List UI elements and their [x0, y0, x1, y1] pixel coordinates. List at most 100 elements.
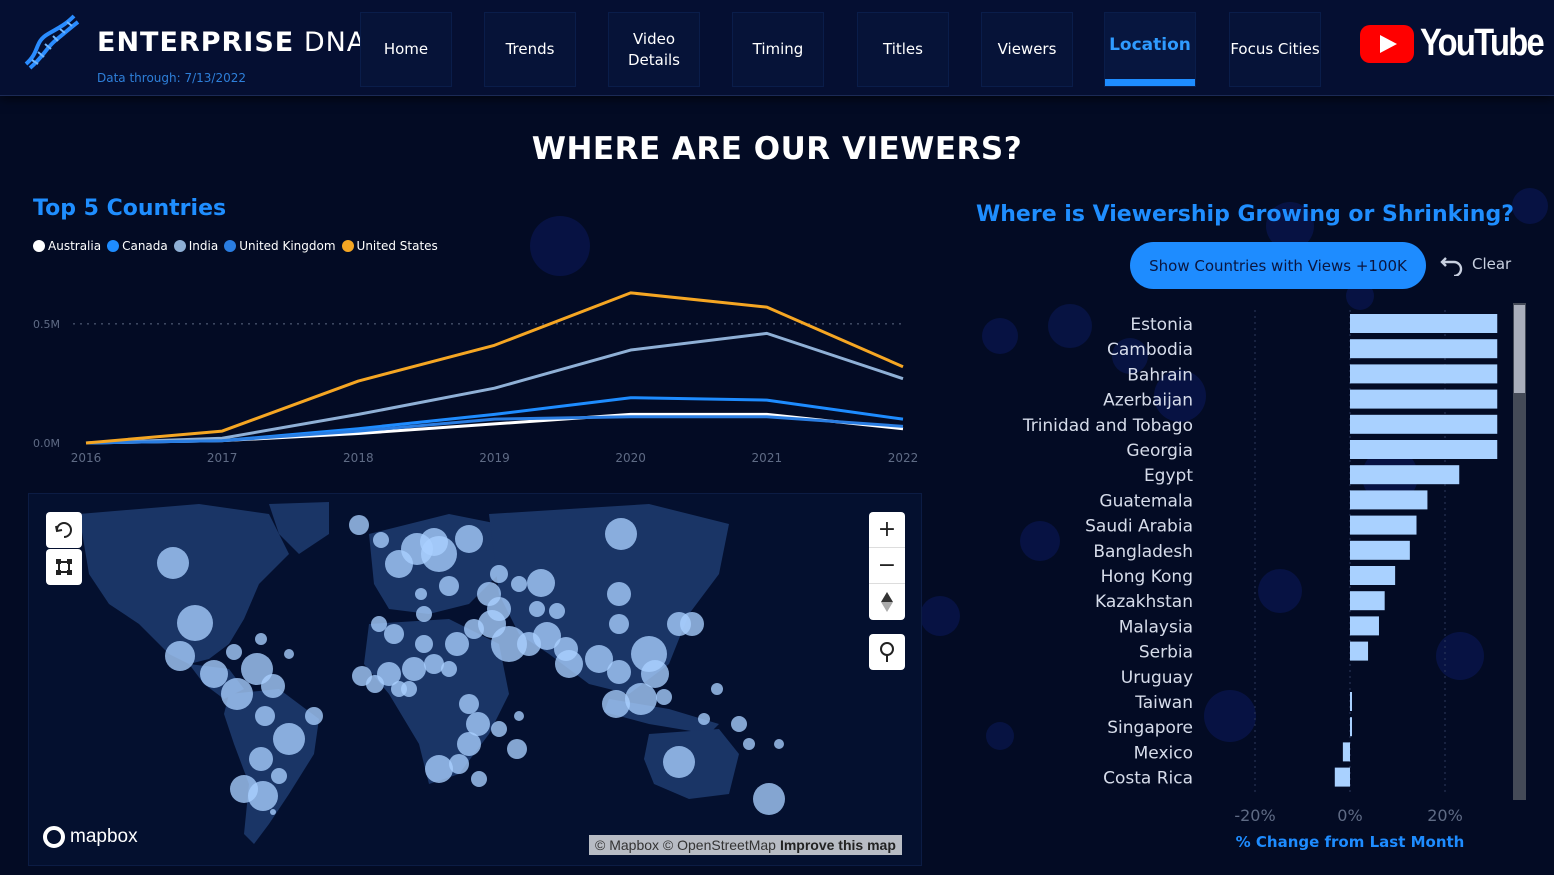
legend-item[interactable]: Australia: [33, 239, 101, 253]
nav-titles-button[interactable]: Titles: [857, 12, 949, 87]
world-map[interactable]: + − mapbox © Mapbox © OpenStreetMap Impro…: [28, 493, 922, 866]
location-bubble[interactable]: [415, 588, 427, 600]
location-bubble[interactable]: [529, 601, 545, 617]
nav-timing-button[interactable]: Timing: [732, 12, 824, 87]
location-bubble[interactable]: [261, 674, 285, 698]
location-bubble[interactable]: [221, 678, 253, 710]
nav-trends-button[interactable]: Trends: [484, 12, 576, 87]
legend-item[interactable]: United Kingdom: [224, 239, 336, 253]
legend-item[interactable]: Canada: [107, 239, 168, 253]
location-bubble[interactable]: [200, 660, 228, 688]
location-bubble[interactable]: [459, 694, 479, 714]
map-select-region-icon[interactable]: [46, 549, 82, 585]
nav-location-button[interactable]: Location: [1104, 12, 1196, 87]
location-bubble[interactable]: [384, 624, 404, 644]
location-bubble[interactable]: [177, 605, 213, 641]
location-bubble[interactable]: [416, 606, 432, 622]
location-bubble[interactable]: [464, 619, 484, 639]
location-bubble[interactable]: [255, 706, 275, 726]
location-bubble[interactable]: [449, 754, 469, 774]
bar[interactable]: [1342, 742, 1350, 762]
location-bubble[interactable]: [415, 635, 433, 653]
location-bubble[interactable]: [424, 654, 444, 674]
legend-item[interactable]: India: [173, 239, 218, 253]
location-bubble[interactable]: [270, 809, 276, 815]
location-bubble[interactable]: [305, 707, 323, 725]
location-bubble[interactable]: [366, 675, 384, 693]
location-bubble[interactable]: [609, 614, 629, 634]
location-bubble[interactable]: [284, 649, 294, 659]
zoom-in-button[interactable]: +: [869, 512, 905, 548]
location-bubble[interactable]: [711, 683, 723, 695]
location-bubble[interactable]: [774, 739, 784, 749]
bar[interactable]: [1350, 641, 1369, 661]
growth-bar-chart[interactable]: -20% 0% 20% Estonia Cambodia Bahrain Azerbaija…: [960, 300, 1520, 860]
location-bubble[interactable]: [226, 644, 242, 660]
location-bubble[interactable]: [517, 632, 541, 656]
location-bubble[interactable]: [273, 723, 305, 755]
location-bubble[interactable]: [607, 660, 631, 684]
location-bubble[interactable]: [157, 547, 189, 579]
improve-map-link[interactable]: Improve this map: [780, 837, 896, 853]
location-bubble[interactable]: [471, 771, 487, 787]
top-countries-line-chart[interactable]: 0.0M 0.5M 2016 2017 2018 2019 2020 2021 2022: [28, 290, 928, 470]
map-canvas[interactable]: [29, 494, 922, 866]
location-bubble[interactable]: [165, 641, 195, 671]
location-bubble[interactable]: [457, 732, 481, 756]
compass-icon[interactable]: [869, 584, 905, 620]
location-bubble[interactable]: [663, 746, 695, 778]
location-bubble[interactable]: [371, 616, 387, 632]
location-bubble[interactable]: [656, 689, 672, 705]
location-bubble[interactable]: [420, 528, 448, 556]
location-bubble[interactable]: [605, 518, 637, 550]
location-bubble[interactable]: [402, 657, 426, 681]
bar[interactable]: [1350, 440, 1498, 459]
nav-viewers-button[interactable]: Viewers: [981, 12, 1073, 87]
nav-focus-cities-button[interactable]: Focus Cities: [1229, 12, 1321, 87]
location-bubble[interactable]: [490, 565, 508, 583]
location-bubble[interactable]: [602, 690, 630, 718]
location-bubble[interactable]: [349, 515, 369, 535]
location-bubble[interactable]: [511, 576, 527, 592]
zoom-out-button[interactable]: −: [869, 548, 905, 584]
location-bubble[interactable]: [527, 569, 555, 597]
location-bubble[interactable]: [425, 755, 453, 783]
map-search-icon[interactable]: [869, 634, 905, 670]
location-bubble[interactable]: [373, 532, 389, 548]
bar[interactable]: [1334, 767, 1350, 787]
location-bubble[interactable]: [607, 582, 631, 606]
location-bubble[interactable]: [445, 632, 469, 656]
bar[interactable]: [1350, 591, 1385, 611]
bar-chart-scroll-thumb[interactable]: [1514, 305, 1525, 393]
location-bubble[interactable]: [507, 739, 527, 759]
clear-button[interactable]: Clear: [1440, 252, 1511, 276]
location-bubble[interactable]: [455, 525, 483, 553]
location-bubble[interactable]: [249, 747, 273, 771]
bar[interactable]: [1350, 717, 1352, 737]
nav-home-button[interactable]: Home: [360, 12, 452, 87]
series-line-india[interactable]: [85, 331, 904, 445]
bar[interactable]: [1350, 692, 1352, 711]
location-bubble[interactable]: [554, 637, 578, 661]
bar[interactable]: [1350, 389, 1498, 409]
location-bubble[interactable]: [753, 783, 785, 815]
location-bubble[interactable]: [514, 711, 524, 721]
location-bubble[interactable]: [401, 681, 417, 697]
location-bubble[interactable]: [680, 612, 704, 636]
show-countries-views-button[interactable]: Show Countries with Views +100K: [1130, 242, 1426, 289]
bar[interactable]: [1350, 490, 1428, 510]
bar[interactable]: [1350, 566, 1396, 585]
bar[interactable]: [1350, 540, 1410, 560]
bar[interactable]: [1350, 364, 1498, 384]
location-bubble[interactable]: [625, 683, 657, 715]
location-bubble[interactable]: [255, 633, 267, 645]
nav-video-details-button[interactable]: Video Details: [608, 12, 700, 87]
map-reset-icon[interactable]: [46, 512, 82, 548]
bar[interactable]: [1350, 465, 1460, 485]
bar[interactable]: [1350, 314, 1498, 333]
legend-item[interactable]: United States: [341, 239, 438, 253]
location-bubble[interactable]: [731, 716, 747, 732]
location-bubble[interactable]: [549, 603, 565, 619]
bar[interactable]: [1350, 515, 1417, 535]
bar[interactable]: [1350, 616, 1379, 636]
